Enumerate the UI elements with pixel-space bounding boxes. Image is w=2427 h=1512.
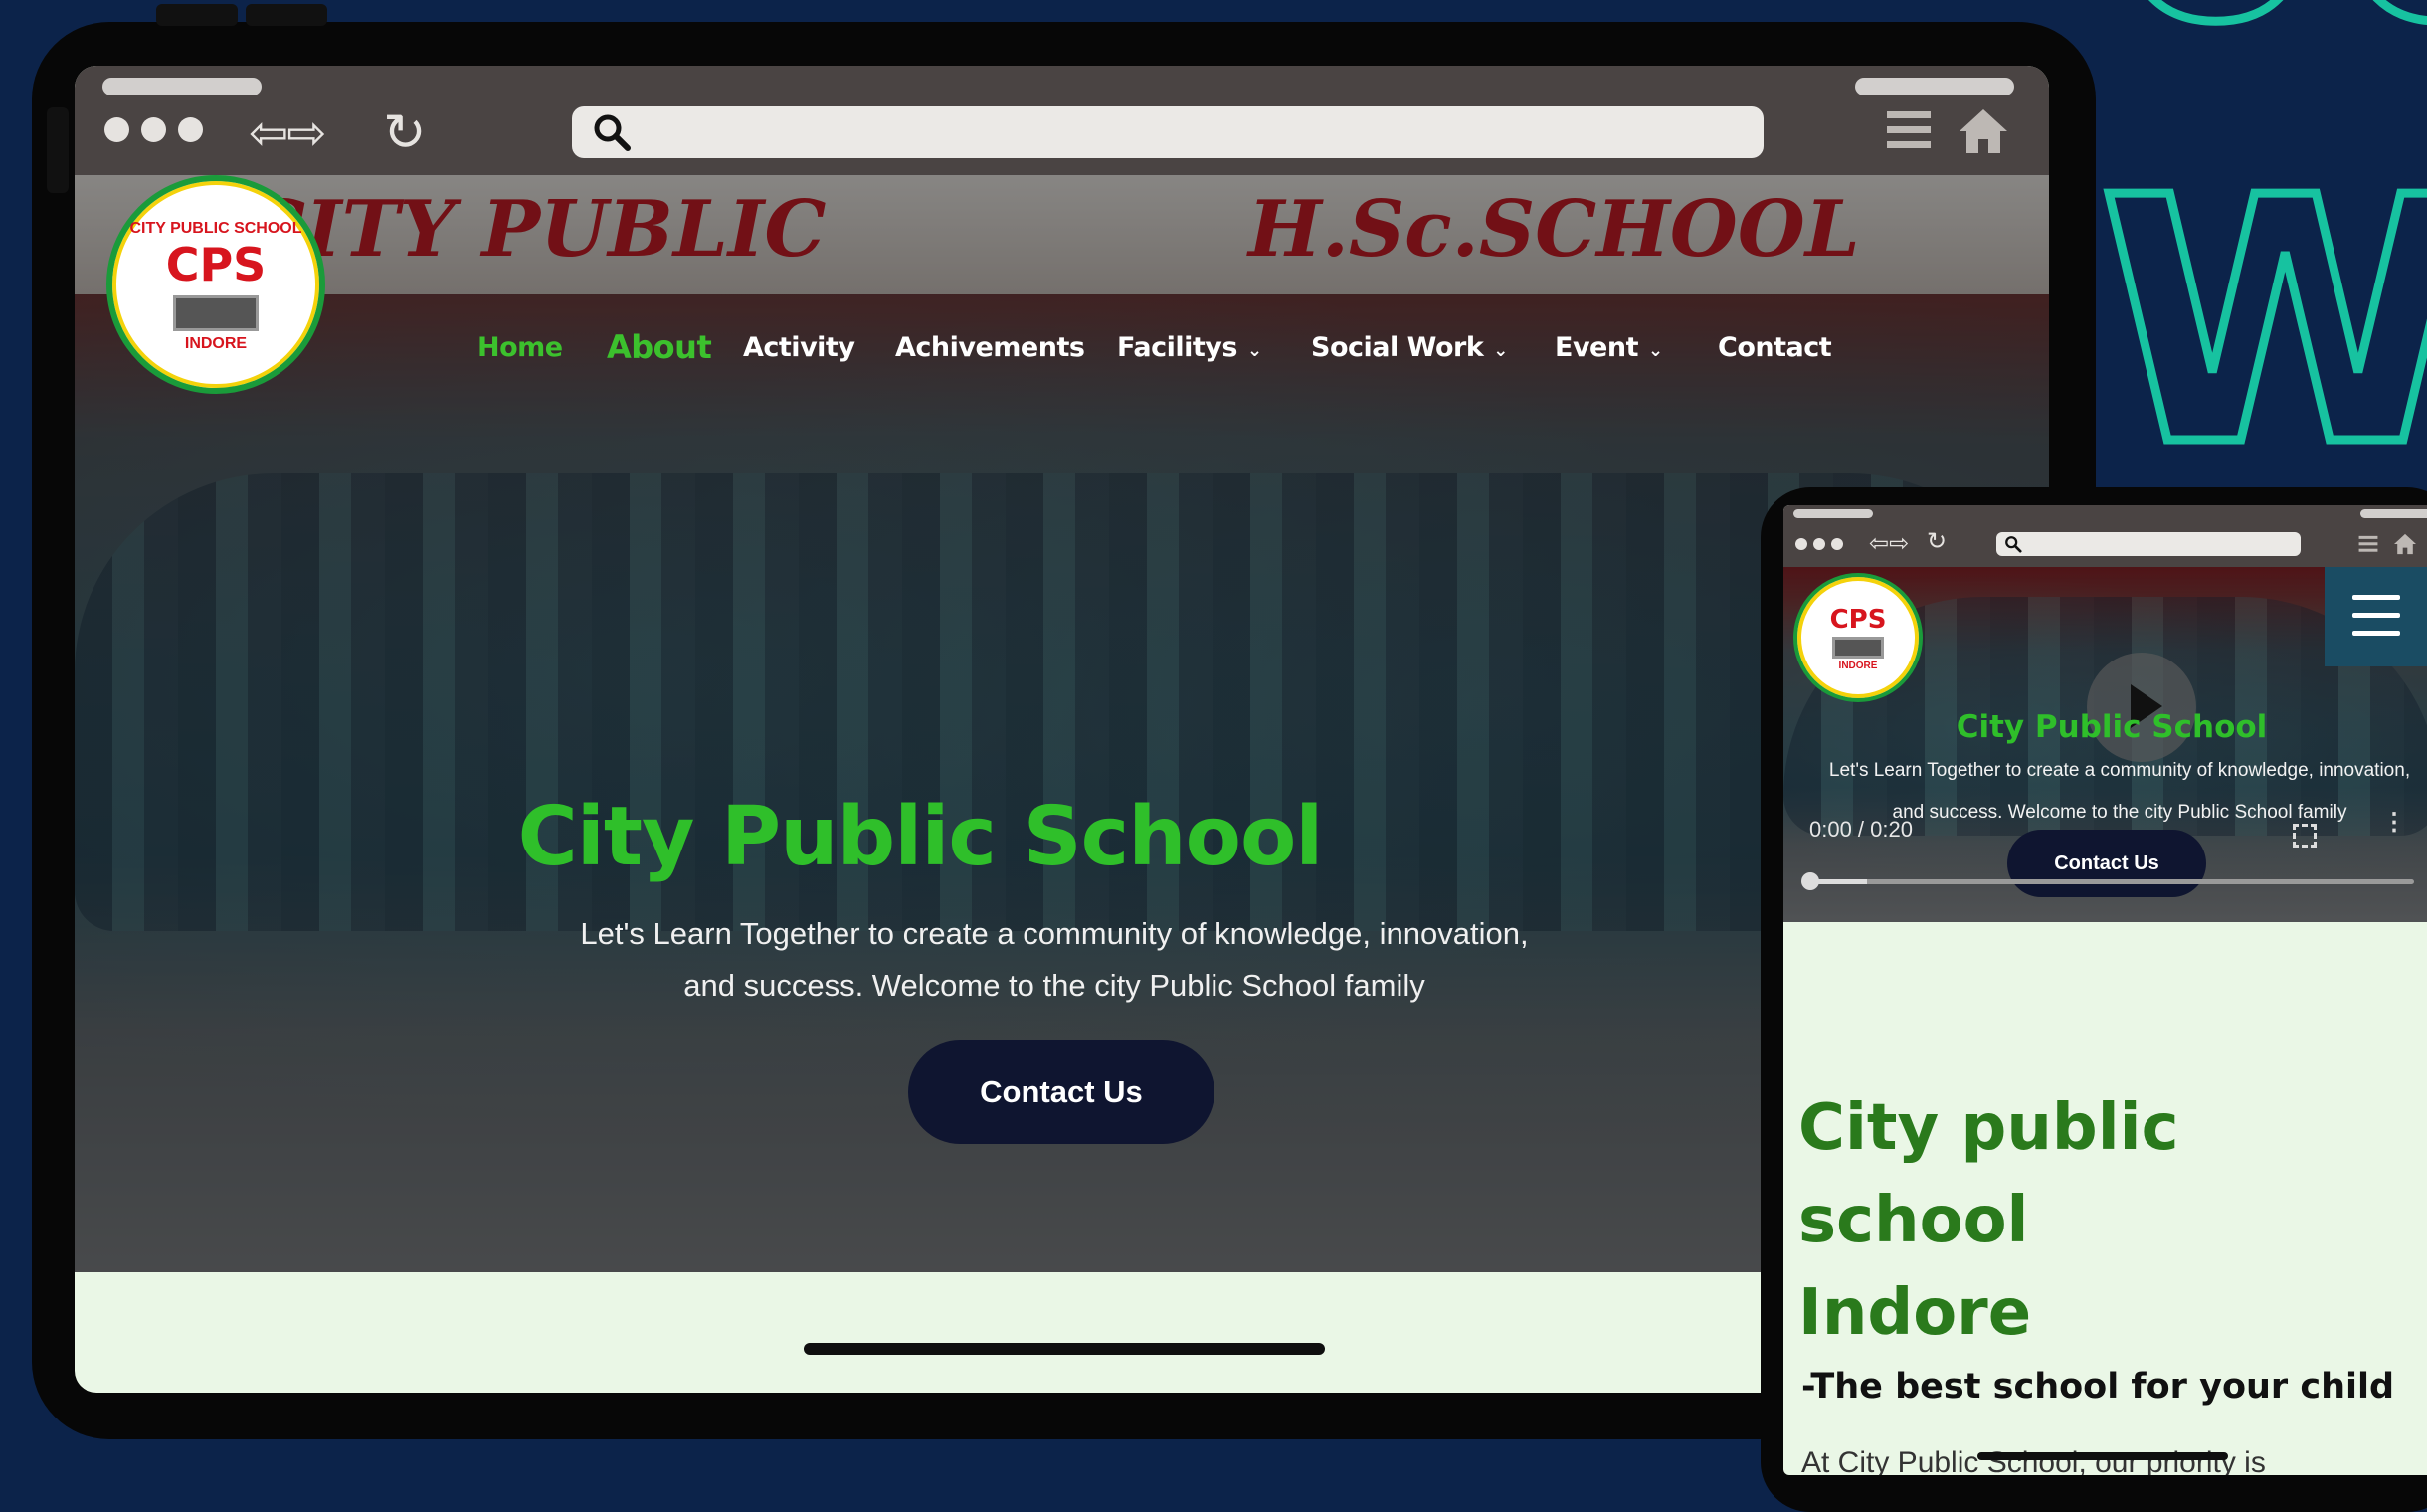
decorative-outline-letters: OO [2114, 0, 2427, 59]
heading-line: school [1798, 1184, 2029, 1257]
book-icon [1832, 636, 1884, 659]
video-scrubber[interactable] [1801, 872, 1819, 890]
more-options-icon[interactable]: ⋮ [2382, 811, 2406, 835]
nav-contact[interactable]: Contact [1718, 332, 1832, 363]
window-controls[interactable] [104, 117, 203, 142]
window-dot[interactable] [1831, 538, 1843, 550]
reload-icon[interactable]: ↻ [383, 103, 427, 163]
hamburger-menu-button[interactable] [2325, 567, 2427, 666]
nav-activity[interactable]: Activity [743, 332, 855, 363]
window-dot[interactable] [141, 117, 166, 142]
nav-label: Social Work [1311, 332, 1484, 363]
chevron-down-icon: ⌄ [1647, 340, 1663, 361]
nav-achivements[interactable]: Achivements [895, 332, 1085, 363]
chevron-down-icon: ⌄ [1246, 340, 1262, 361]
nav-label: Event [1555, 332, 1638, 363]
nav-about[interactable]: About [607, 328, 712, 366]
nav-facilitys[interactable]: Facilitys ⌄ [1117, 332, 1262, 363]
main-nav: Home About Activity Achivements Facility… [75, 328, 2049, 380]
phone-screen: ⇦⇨ ↻ CPS INDORE City Public School Let's… [1783, 505, 2427, 1475]
about-heading: City public school Indore [1798, 1082, 2395, 1360]
contact-us-button[interactable]: Contact Us [908, 1040, 1214, 1144]
address-bar[interactable] [572, 106, 1764, 158]
contact-us-button[interactable]: Contact Us [2007, 830, 2206, 897]
search-icon [594, 114, 631, 151]
nav-label: Facilitys [1117, 332, 1237, 363]
home-icon[interactable] [2393, 533, 2417, 555]
school-logo[interactable]: CITY PUBLIC SCHOOL CPS INDORE [106, 175, 325, 394]
book-icon [173, 295, 259, 331]
window-dot[interactable] [178, 117, 203, 142]
hero-subtitle-line: Let's Learn Together to create a communi… [1828, 760, 2411, 781]
window-dot[interactable] [1813, 538, 1825, 550]
hamburger-line [2352, 631, 2400, 636]
hero-title: City Public School [517, 790, 1324, 884]
logo-cps-text: CPS [1829, 604, 1887, 635]
menu-icon[interactable] [2358, 535, 2378, 553]
tablet-screen: ⇦⇨ ↻ CITY PUBLIC H.Sc.SCHOOL Home About … [75, 66, 2049, 1393]
hamburger-line [2352, 595, 2400, 600]
chrome-pill [1855, 78, 2014, 95]
about-paragraph: At City Public School, our priority is [1801, 1446, 2266, 1475]
home-icon[interactable] [1958, 107, 2009, 155]
video-progress-bar[interactable] [1801, 872, 2414, 890]
tablet-side-button [47, 107, 69, 193]
window-dot[interactable] [104, 117, 129, 142]
chevron-down-icon: ⌄ [1493, 340, 1508, 361]
tablet-top-button [156, 4, 238, 26]
browser-chrome: ⇦⇨ ↻ [1783, 505, 2427, 567]
address-bar[interactable] [1996, 532, 2301, 556]
heading-line: City public [1798, 1091, 2179, 1165]
hero-subtitle-line: Let's Learn Together to create a communi… [580, 916, 1529, 951]
back-forward-arrows-icon[interactable]: ⇦⇨ [249, 105, 326, 161]
logo-ring-text: CITY PUBLIC SCHOOL [129, 220, 302, 237]
browser-chrome: ⇦⇨ ↻ [75, 66, 2049, 175]
fullscreen-icon[interactable] [2293, 824, 2317, 848]
back-forward-arrows-icon[interactable]: ⇦⇨ [1869, 529, 1909, 557]
logo-cps-text: CPS [165, 238, 267, 291]
hero-subtitle: Let's Learn Together to create a communi… [542, 908, 1567, 1012]
chrome-pill [1793, 509, 1873, 518]
play-icon[interactable] [2087, 653, 2196, 762]
search-icon [2005, 536, 2022, 553]
chrome-pill [2360, 509, 2427, 518]
decorative-outline-w: W [2094, 126, 2427, 520]
window-dot[interactable] [1795, 538, 1807, 550]
tagline: -The best school for your child [1801, 1367, 2395, 1407]
tablet-top-button [246, 4, 327, 26]
reload-icon[interactable]: ↻ [1927, 527, 1947, 555]
hamburger-line [2352, 613, 2400, 618]
hero-subtitle-line: and success. Welcome to the city Public … [683, 968, 1425, 1003]
home-indicator [1977, 1452, 2228, 1460]
window-controls[interactable] [1795, 538, 1843, 550]
heading-line: Indore [1798, 1276, 2032, 1350]
video-time: 0:00 / 0:20 [1809, 817, 1913, 842]
logo-ring-text: INDORE [184, 335, 248, 352]
home-indicator [804, 1343, 1325, 1355]
hero-title: City Public School [1956, 709, 2268, 745]
nav-social-work[interactable]: Social Work ⌄ [1311, 332, 1508, 363]
nav-event[interactable]: Event ⌄ [1555, 332, 1663, 363]
chrome-pill [102, 78, 262, 95]
school-logo[interactable]: CPS INDORE [1793, 573, 1923, 702]
nav-home[interactable]: Home [477, 332, 563, 363]
menu-icon[interactable] [1887, 109, 1931, 151]
logo-ring-text: INDORE [1838, 660, 1878, 671]
